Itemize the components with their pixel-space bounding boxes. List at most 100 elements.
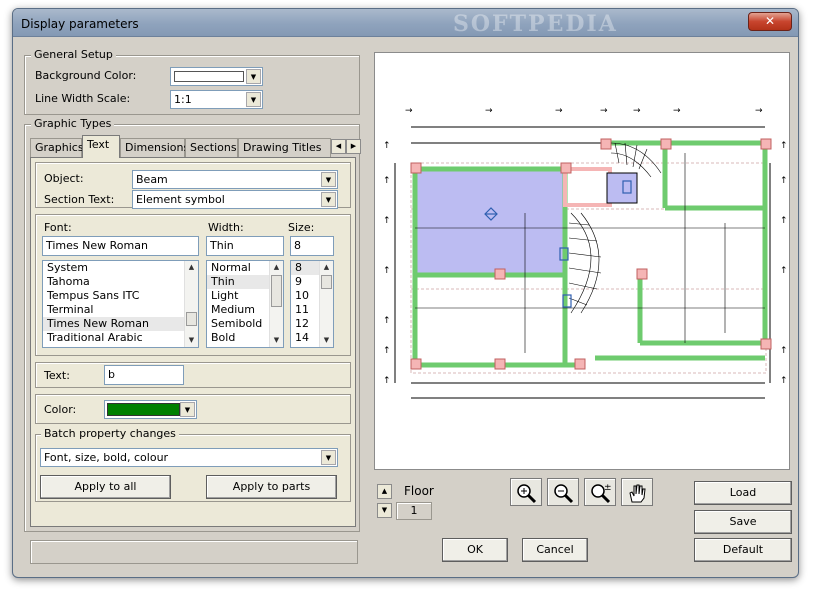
- scroll-up-icon[interactable]: ▲: [185, 261, 198, 274]
- size-listbox[interactable]: 8 9 10 11 12 14 ▲ ▼: [290, 260, 334, 348]
- svg-text:→: →: [755, 106, 763, 116]
- load-button[interactable]: Load: [694, 481, 792, 505]
- batch-property-select[interactable]: Font, size, bold, colour ▼: [40, 448, 338, 467]
- status-bar: [30, 540, 358, 564]
- svg-text:→: →: [555, 106, 563, 116]
- section-text-label: Section Text:: [44, 193, 115, 206]
- background-color-swatch: [174, 71, 244, 82]
- chevron-right-icon: ▶: [350, 142, 357, 150]
- window-title: Display parameters: [21, 17, 139, 31]
- apply-to-all-button[interactable]: Apply to all: [40, 475, 171, 499]
- width-input[interactable]: Thin: [206, 236, 284, 256]
- general-setup-legend: General Setup: [31, 48, 116, 61]
- title-bar[interactable]: Display parameters SOFTPEDIA ✕: [13, 9, 798, 37]
- font-list-item[interactable]: Tahoma: [43, 275, 198, 289]
- zoom-fit-button[interactable]: ±: [584, 478, 616, 506]
- floor-label: Floor: [404, 484, 434, 498]
- font-list-item-selected[interactable]: Times New Roman: [43, 317, 198, 331]
- zoom-out-icon: [554, 484, 574, 504]
- save-button[interactable]: Save: [694, 510, 792, 534]
- chevron-down-icon: ▼: [180, 402, 195, 417]
- graphic-types-group: Graphic Types Graphics Text Dimensions S…: [24, 117, 361, 532]
- text-color-select[interactable]: ▼: [104, 400, 197, 419]
- display-parameters-window: Display parameters SOFTPEDIA ✕ General S…: [12, 8, 799, 578]
- chevron-down-icon: ▼: [321, 450, 336, 465]
- width-list-scrollbar[interactable]: ▲ ▼: [269, 261, 283, 347]
- svg-text:↑: ↑: [780, 266, 788, 276]
- chevron-down-icon: ▼: [381, 506, 388, 514]
- zoom-out-button[interactable]: [547, 478, 579, 506]
- floor-plan-preview[interactable]: → → → → → → → ↑ ↑ ↑ ↑ ↑ ↑ ↑ ↑ ↑ ↑ ↑ ↑ ↑: [374, 52, 790, 470]
- size-label: Size:: [288, 221, 315, 234]
- width-listbox[interactable]: Normal Thin Light Medium Semibold Bold ▲…: [206, 260, 284, 348]
- tab-dimensions[interactable]: Dimensions: [120, 138, 189, 158]
- size-list-scrollbar[interactable]: ▲ ▼: [319, 261, 333, 347]
- object-label: Object:: [44, 172, 84, 185]
- tab-scroll-right-button[interactable]: ▶: [346, 139, 361, 154]
- floor-value: 1: [396, 502, 432, 520]
- scroll-down-icon[interactable]: ▼: [270, 334, 283, 347]
- size-input[interactable]: 8: [290, 236, 334, 256]
- scroll-down-icon[interactable]: ▼: [185, 334, 198, 347]
- svg-text:↑: ↑: [383, 176, 391, 186]
- svg-text:↑: ↑: [383, 216, 391, 226]
- floor-down-button[interactable]: ▼: [377, 503, 392, 518]
- text-input[interactable]: b: [104, 365, 184, 385]
- scroll-thumb[interactable]: [271, 275, 282, 307]
- scroll-thumb[interactable]: [321, 275, 332, 289]
- zoom-in-button[interactable]: [510, 478, 542, 506]
- font-list-item[interactable]: System: [43, 261, 198, 275]
- font-list-item[interactable]: Traditional Arabic: [43, 331, 198, 345]
- font-list-item[interactable]: Terminal: [43, 303, 198, 317]
- watermark: SOFTPEDIA: [453, 11, 618, 37]
- svg-text:↑: ↑: [780, 346, 788, 356]
- cancel-button[interactable]: Cancel: [522, 538, 588, 562]
- line-width-value: 1:1: [174, 93, 192, 106]
- font-list-item[interactable]: Tempus Sans ITC: [43, 289, 198, 303]
- text-color-swatch: [107, 403, 180, 416]
- object-value: Beam: [136, 173, 168, 186]
- line-width-select[interactable]: 1:1 ▼: [170, 90, 263, 109]
- line-width-label: Line Width Scale:: [35, 92, 131, 105]
- scroll-down-icon[interactable]: ▼: [320, 334, 333, 347]
- svg-text:↑: ↑: [383, 316, 391, 326]
- font-input[interactable]: Times New Roman: [42, 236, 199, 256]
- zoom-in-icon: [517, 484, 537, 504]
- tab-drawing-titles[interactable]: Drawing Titles: [238, 138, 331, 158]
- tab-text[interactable]: Text: [82, 135, 120, 158]
- ok-button[interactable]: OK: [442, 538, 508, 562]
- dialog-client: General Setup Background Color: ▼ Line W…: [18, 38, 794, 573]
- close-button[interactable]: ✕: [748, 12, 792, 31]
- section-text-value: Element symbol: [136, 193, 225, 206]
- font-listbox[interactable]: System Tahoma Tempus Sans ITC Terminal T…: [42, 260, 199, 348]
- chevron-down-icon: ▼: [246, 69, 261, 84]
- scroll-thumb[interactable]: [186, 312, 197, 326]
- pan-button[interactable]: [621, 478, 653, 506]
- apply-to-parts-button[interactable]: Apply to parts: [206, 475, 337, 499]
- font-list-scrollbar[interactable]: ▲ ▼: [184, 261, 198, 347]
- tab-scroll-left-button[interactable]: ◀: [331, 139, 346, 154]
- chevron-down-icon: ▼: [246, 92, 261, 107]
- floor-up-button[interactable]: ▲: [377, 484, 392, 499]
- default-button[interactable]: Default: [694, 538, 792, 562]
- scroll-up-icon[interactable]: ▲: [320, 261, 333, 274]
- zoom-fit-icon: ±: [591, 483, 612, 504]
- tab-page-text: Object: Beam ▼ Section Text: Element sym…: [30, 157, 356, 527]
- tab-sections[interactable]: Sections: [185, 138, 238, 158]
- chevron-up-icon: ▲: [381, 487, 388, 495]
- chevron-down-icon: ▼: [321, 172, 336, 187]
- text-section: Text: b: [35, 362, 351, 388]
- svg-text:→: →: [600, 106, 608, 116]
- font-section: Font: Width: Size: Times New Roman Thin …: [35, 214, 351, 356]
- svg-text:↑: ↑: [780, 141, 788, 151]
- tab-graphics[interactable]: Graphics: [30, 138, 84, 158]
- object-select[interactable]: Beam ▼: [132, 170, 338, 189]
- section-text-select[interactable]: Element symbol ▼: [132, 190, 338, 209]
- batch-section: Batch property changes Font, size, bold,…: [35, 427, 351, 502]
- pan-hand-icon: [629, 484, 646, 503]
- object-section: Object: Beam ▼ Section Text: Element sym…: [35, 162, 351, 209]
- background-color-select[interactable]: ▼: [170, 67, 263, 86]
- scroll-up-icon[interactable]: ▲: [270, 261, 283, 274]
- background-color-label: Background Color:: [35, 69, 137, 82]
- batch-legend: Batch property changes: [41, 427, 179, 440]
